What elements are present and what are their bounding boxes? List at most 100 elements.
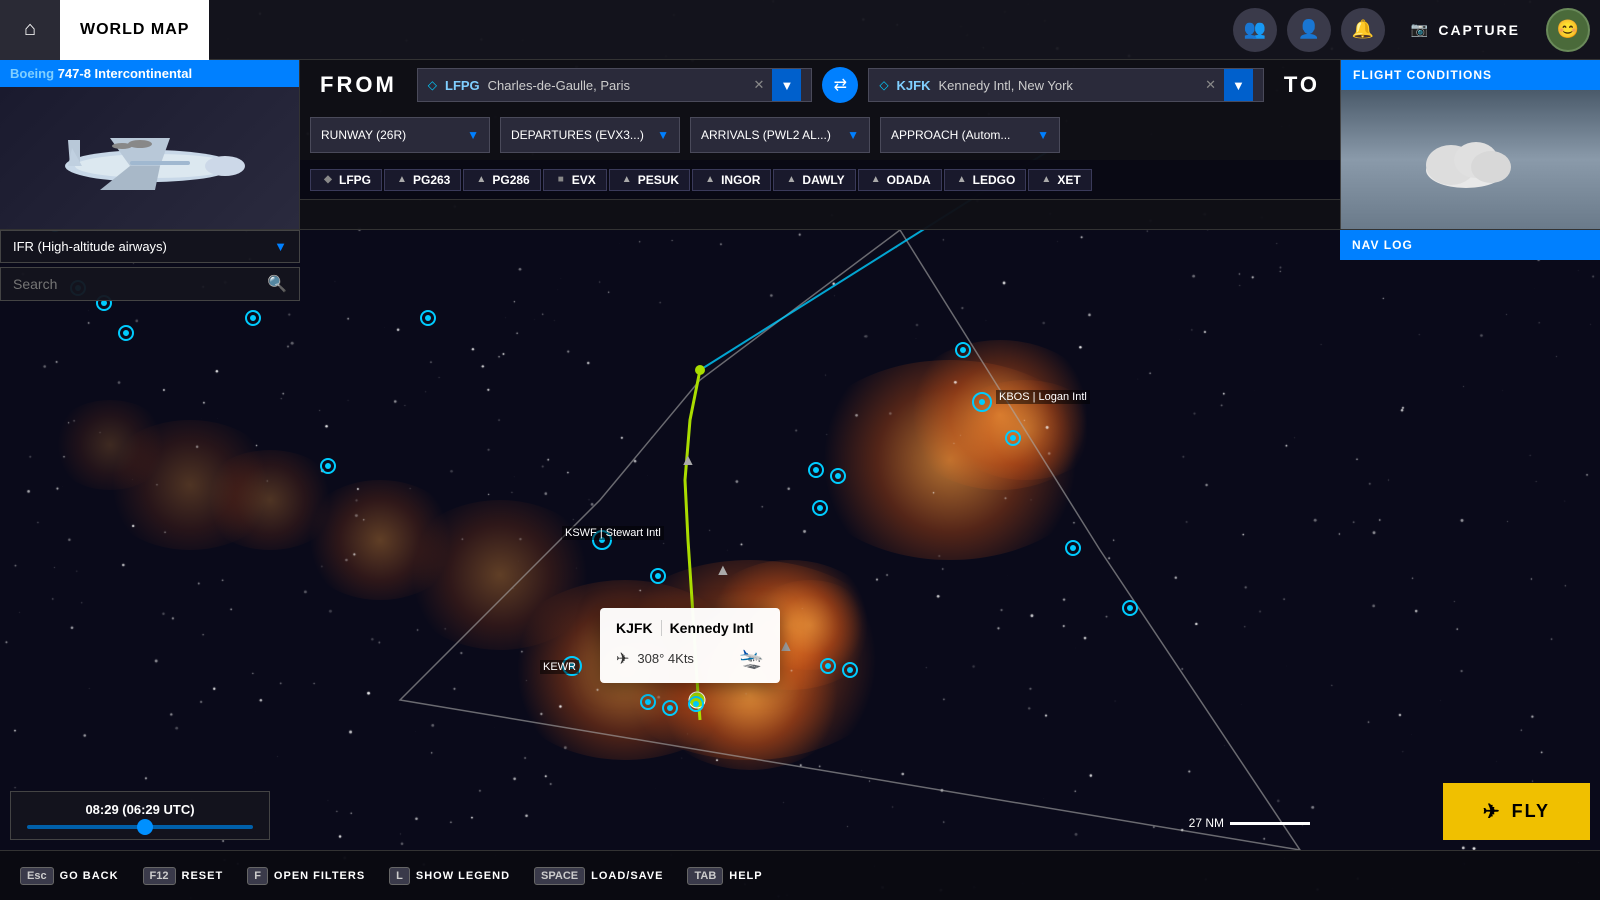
waypoint-evx[interactable]: EVX xyxy=(543,169,607,191)
airport-marker-6[interactable] xyxy=(245,310,261,326)
airport-label-kswf: KSWF | Stewart Intl xyxy=(562,526,664,540)
departures-label: DEPARTURES (EVX3...) xyxy=(511,128,644,142)
airport-marker-12[interactable] xyxy=(830,468,846,484)
airport-marker-18[interactable] xyxy=(688,696,704,712)
to-label: TO xyxy=(1274,68,1330,102)
airport-marker-5[interactable] xyxy=(118,325,134,341)
tooltip-header: KJFK Kennedy Intl xyxy=(616,620,764,636)
arrivals-label: ARRIVALS (PWL2 AL...) xyxy=(701,128,831,142)
wp-icon-triangle xyxy=(474,173,488,187)
time-slider-panel: 08:29 (06:29 UTC) xyxy=(10,791,270,840)
time-slider-track[interactable] xyxy=(27,825,253,829)
approach-select[interactable]: APPROACH (Autom... ▼ xyxy=(880,117,1060,153)
cloud-icon xyxy=(1411,125,1531,195)
nav-log-panel: NAV LOG xyxy=(1340,230,1600,260)
world-map-title: WORLD MAP xyxy=(60,0,209,60)
search-box: 🔍 xyxy=(0,267,300,301)
scale-bar xyxy=(1230,822,1310,825)
wp-icon-triangle xyxy=(620,173,634,187)
plane-panel: Boeing 747-8 Intercontinental xyxy=(0,60,300,229)
airways-dropdown-arrow: ▼ xyxy=(274,239,287,254)
from-name: Charles-de-Gaulle, Paris xyxy=(488,78,630,93)
airport-marker-11[interactable] xyxy=(808,462,824,478)
airport-label-kbos: KBOS | Logan Intl xyxy=(996,390,1090,404)
waypoint-pg286[interactable]: PG286 xyxy=(463,169,540,191)
waypoint-odada[interactable]: ODADA xyxy=(858,169,942,191)
to-dropdown-button[interactable]: ▼ xyxy=(1224,69,1253,101)
waypoint-xet[interactable]: XET xyxy=(1028,169,1091,191)
to-airport-input[interactable]: ◇ KJFK Kennedy Intl, New York ✕ ▼ xyxy=(868,68,1264,102)
wind-icon: ✈ xyxy=(616,649,629,669)
wp-icon-triangle xyxy=(784,173,798,187)
waypoint-ingor[interactable]: INGOR xyxy=(692,169,771,191)
airport-marker-17[interactable] xyxy=(662,700,678,716)
waypoint-pesuk[interactable]: PESUK xyxy=(609,169,690,191)
wp-icon-diamond xyxy=(321,173,335,187)
plane-title: Boeing 747-8 Intercontinental xyxy=(0,60,299,87)
home-icon: ⌂ xyxy=(24,18,36,41)
airport-marker-9[interactable] xyxy=(955,342,971,358)
airport-marker-15[interactable] xyxy=(1122,600,1138,616)
notification-icon[interactable]: 🔔 xyxy=(1341,8,1385,52)
nav-marker-1: ▲ xyxy=(680,452,696,470)
airport-marker-20[interactable] xyxy=(842,662,858,678)
conditions-title: FLIGHT CONDITIONS xyxy=(1341,60,1600,90)
community-icon[interactable]: 👥 xyxy=(1233,8,1277,52)
from-icao: LFPG xyxy=(445,78,480,93)
open-filters-key: F OPEN FILTERS xyxy=(247,867,365,885)
airport-marker-8[interactable] xyxy=(320,458,336,474)
runway-dropdown-arrow: ▼ xyxy=(467,128,479,142)
from-label: FROM xyxy=(310,68,407,102)
airport-marker-10[interactable] xyxy=(1005,430,1021,446)
to-airport-icon: ◇ xyxy=(879,78,888,92)
to-clear-button[interactable]: ✕ xyxy=(1205,77,1216,93)
arrivals-select[interactable]: ARRIVALS (PWL2 AL...) ▼ xyxy=(690,117,870,153)
nav-log-title: NAV LOG xyxy=(1340,230,1600,260)
from-clear-button[interactable]: ✕ xyxy=(754,77,765,93)
show-legend-key: L SHOW LEGEND xyxy=(389,867,510,885)
to-name: Kennedy Intl, New York xyxy=(939,78,1073,93)
left-sidebar: IFR (High-altitude airways) ▼ 🔍 xyxy=(0,230,300,301)
load-save-key: SPACE LOAD/SAVE xyxy=(534,867,663,885)
landing-icon: 🛬 xyxy=(739,646,764,671)
time-slider-thumb[interactable] xyxy=(137,819,153,835)
airport-label-kewr: KEWR xyxy=(540,660,579,674)
conditions-panel: FLIGHT CONDITIONS xyxy=(1340,60,1600,229)
plane-svg xyxy=(50,118,250,198)
departures-select[interactable]: DEPARTURES (EVX3...) ▼ xyxy=(500,117,680,153)
top-bar: ⌂ WORLD MAP 👥 👤 🔔 📷 CAPTURE 😊 xyxy=(0,0,1600,60)
fly-button[interactable]: ✈ FLY xyxy=(1443,783,1590,840)
home-button[interactable]: ⌂ xyxy=(0,0,60,60)
waypoint-lfpg[interactable]: LFPG xyxy=(310,169,382,191)
top-bar-icons: 👥 👤 🔔 📷 CAPTURE 😊 xyxy=(1233,8,1590,52)
airport-marker-21[interactable] xyxy=(650,568,666,584)
runway-select[interactable]: RUNWAY (26R) ▼ xyxy=(310,117,490,153)
airport-marker-kbos[interactable] xyxy=(972,392,992,412)
route-panel: FROM ◇ LFPG Charles-de-Gaulle, Paris ✕ ▼… xyxy=(300,60,1340,229)
route-top: FROM ◇ LFPG Charles-de-Gaulle, Paris ✕ ▼… xyxy=(300,60,1340,110)
help-key: TAB HELP xyxy=(687,867,762,885)
search-input[interactable] xyxy=(13,276,259,292)
waypoint-ledgo[interactable]: LEDGO xyxy=(944,169,1027,191)
airport-marker-14[interactable] xyxy=(1065,540,1081,556)
from-airport-icon: ◇ xyxy=(428,78,437,92)
profile-icon[interactable]: 👤 xyxy=(1287,8,1331,52)
wind-data: 308° 4Kts xyxy=(637,651,694,666)
scale-value: 27 NM xyxy=(1189,816,1224,830)
waypoint-dawly[interactable]: DAWLY xyxy=(773,169,855,191)
from-airport-input[interactable]: ◇ LFPG Charles-de-Gaulle, Paris ✕ ▼ xyxy=(417,68,813,102)
wp-icon-triangle xyxy=(1039,173,1053,187)
user-avatar[interactable]: 😊 xyxy=(1546,8,1590,52)
capture-button[interactable]: 📷 CAPTURE xyxy=(1395,8,1536,52)
airport-marker-16[interactable] xyxy=(640,694,656,710)
wp-icon-triangle xyxy=(703,173,717,187)
airways-select[interactable]: IFR (High-altitude airways) ▼ xyxy=(0,230,300,263)
to-icao: KJFK xyxy=(897,78,931,93)
from-dropdown-button[interactable]: ▼ xyxy=(772,69,801,101)
swap-airports-button[interactable]: ⇄ xyxy=(822,67,858,103)
airport-marker-13[interactable] xyxy=(812,500,828,516)
airport-marker-7[interactable] xyxy=(420,310,436,326)
waypoint-pg263[interactable]: PG263 xyxy=(384,169,461,191)
search-icon: 🔍 xyxy=(267,274,287,294)
airport-marker-19[interactable] xyxy=(820,658,836,674)
